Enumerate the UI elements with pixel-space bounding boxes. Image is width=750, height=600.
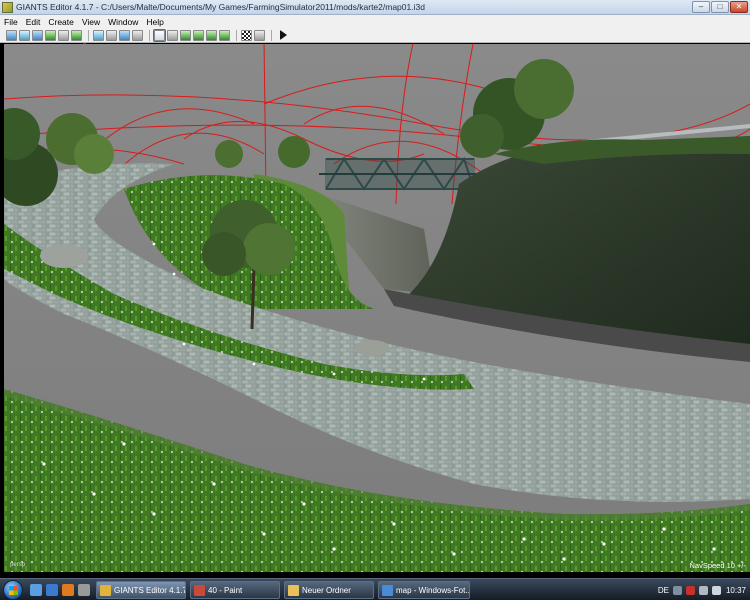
taskbar-button-giants[interactable]: GIANTS Editor 4.1.7 ... <box>96 581 186 599</box>
menu-bar: File Edit Create View Window Help <box>0 15 750 28</box>
show-desktop-icon[interactable] <box>30 584 42 596</box>
network-icon[interactable] <box>698 585 708 595</box>
save-as-icon[interactable] <box>71 29 82 41</box>
start-button[interactable] <box>3 580 23 600</box>
play-icon[interactable] <box>280 30 287 40</box>
paint-icon <box>194 584 205 596</box>
windows-logo-icon <box>9 586 18 595</box>
navspeed-readout: NavSpeed 10 +/- <box>689 561 747 570</box>
toolbar-separator <box>88 29 89 41</box>
viewport-camera-label: persp <box>10 562 26 568</box>
ie-icon[interactable] <box>46 584 58 596</box>
system-tray: DE 10:37 <box>653 579 750 600</box>
terrain-paint-icon[interactable] <box>193 29 204 41</box>
menu-window[interactable]: Window <box>108 17 138 27</box>
scene-render <box>4 44 750 572</box>
title-bar: GIANTS Editor 4.1.7 - C:/Users/Malte/Doc… <box>0 0 750 15</box>
switch-windows-icon[interactable] <box>78 584 90 596</box>
copy-icon[interactable] <box>106 29 117 41</box>
menu-edit[interactable]: Edit <box>26 17 41 27</box>
window-title: GIANTS Editor 4.1.7 - C:/Users/Malte/Doc… <box>16 2 425 12</box>
minimize-button[interactable]: – <box>692 1 710 13</box>
taskbar-button-photo-viewer[interactable]: map - Windows-Fot... <box>378 581 470 599</box>
tray-arrow-icon[interactable] <box>672 585 682 595</box>
app-icon <box>2 1 13 13</box>
volume-icon[interactable] <box>711 585 721 595</box>
settings-icon[interactable] <box>254 29 265 41</box>
giants-editor-icon <box>100 584 111 596</box>
save-icon[interactable] <box>58 29 69 41</box>
open-file-icon[interactable] <box>19 29 30 41</box>
export-icon[interactable] <box>45 29 56 41</box>
terrain-sculpt-icon[interactable] <box>180 29 191 41</box>
menu-view[interactable]: View <box>82 17 100 27</box>
toolbar-separator <box>271 29 272 41</box>
select-tool-icon[interactable] <box>153 28 166 42</box>
clock[interactable]: 10:37 <box>726 586 746 595</box>
language-indicator[interactable]: DE <box>658 586 669 595</box>
redo-icon[interactable] <box>132 29 143 41</box>
photo-viewer-icon <box>382 584 393 596</box>
window-controls: – □ ✕ <box>692 1 748 13</box>
firefox-icon[interactable] <box>62 584 74 596</box>
menu-create[interactable]: Create <box>48 17 74 27</box>
grass-paint-icon[interactable] <box>219 29 230 41</box>
taskbar-button-folder[interactable]: Neuer Ordner <box>284 581 374 599</box>
menu-help[interactable]: Help <box>146 17 163 27</box>
antivirus-icon[interactable] <box>685 585 695 595</box>
toolbar-separator <box>149 29 150 41</box>
new-file-icon[interactable] <box>6 29 17 41</box>
move-tool-icon[interactable] <box>167 29 178 41</box>
toolbar <box>0 28 750 43</box>
toolbar-separator <box>236 29 237 41</box>
close-button[interactable]: ✕ <box>730 1 748 13</box>
taskbar: GIANTS Editor 4.1.7 ... 40 - Paint Neuer… <box>0 578 750 600</box>
menu-file[interactable]: File <box>4 17 18 27</box>
3d-viewport[interactable]: persp NavSpeed 10 +/- <box>4 44 750 572</box>
taskbar-button-paint[interactable]: 40 - Paint <box>190 581 280 599</box>
undo-icon[interactable] <box>119 29 130 41</box>
cut-icon[interactable] <box>93 29 104 41</box>
folder-icon <box>288 584 299 596</box>
foliage-paint-icon[interactable] <box>206 29 217 41</box>
maximize-button[interactable]: □ <box>711 1 729 13</box>
import-icon[interactable] <box>32 29 43 41</box>
checker-icon[interactable] <box>241 29 252 41</box>
